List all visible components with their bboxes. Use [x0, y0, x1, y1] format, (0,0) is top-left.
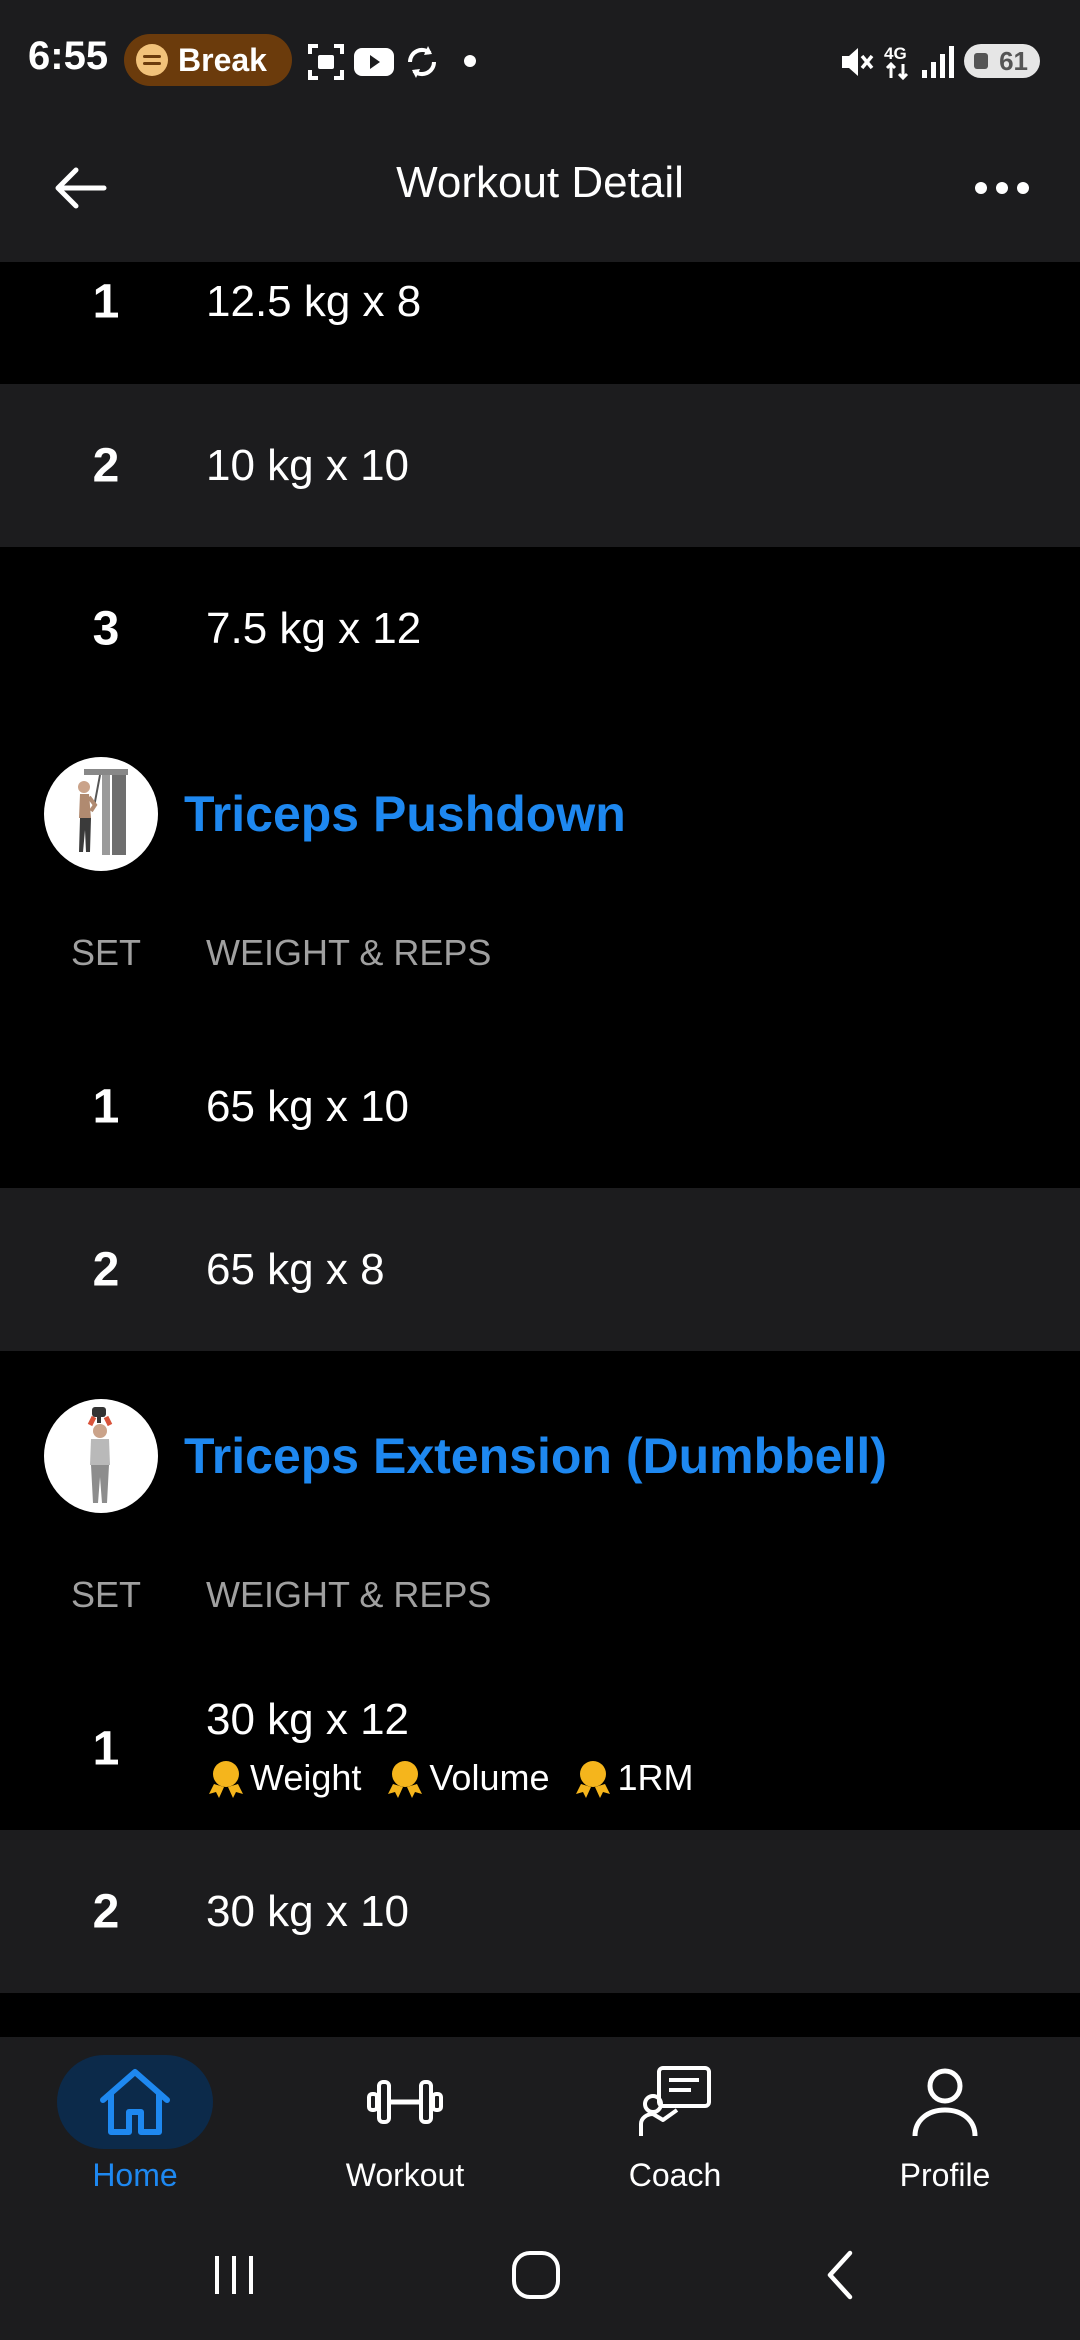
exercise-name[interactable]: Triceps Extension (Dumbbell)	[184, 1427, 887, 1485]
personal-record-badges: Weight Volume 1RM	[206, 1757, 718, 1799]
nav-item-coach[interactable]: Coach	[575, 2055, 775, 2195]
nav-label-workout: Workout	[345, 2157, 465, 2193]
set-number: 1	[92, 275, 120, 328]
set-column-headers: SET WEIGHT & REPS	[0, 1574, 1080, 1634]
nav-label-coach: Coach	[628, 2157, 722, 2193]
status-time: 6:55	[28, 34, 109, 78]
set-row: 2 30 kg x 10	[0, 1830, 1080, 1993]
recent-apps-button[interactable]	[194, 2243, 274, 2307]
more-options-button[interactable]	[960, 152, 1044, 224]
pr-badge-label: 1RM	[617, 1757, 694, 1798]
more-horizontal-icon	[975, 182, 1029, 194]
set-number: 1	[92, 1080, 120, 1133]
screenshot-icon	[308, 44, 344, 80]
set-weight-reps: 30 kg x 12	[206, 1695, 410, 1744]
nav-label-profile: Profile	[899, 2157, 991, 2193]
coach-icon	[639, 2066, 711, 2136]
network-4g-icon: 4G	[884, 44, 909, 81]
set-number: 3	[92, 602, 120, 655]
workout-detail-content[interactable]: 1 12.5 kg x 8 2 10 kg x 10 3 7.5 kg x 12…	[0, 262, 1080, 2037]
set-row: 3 7.5 kg x 12	[0, 547, 1080, 710]
sync-icon	[407, 46, 437, 78]
set-column-headers: SET WEIGHT & REPS	[0, 932, 1080, 992]
battery-indicator: 61	[964, 44, 1040, 78]
app-header: Workout Detail	[0, 120, 1080, 262]
notification-dot-icon	[464, 55, 476, 67]
nav-profile-icon-wrap	[867, 2055, 1023, 2149]
weight-reps-column-label: WEIGHT & REPS	[206, 932, 492, 973]
set-weight-reps: 12.5 kg x 8	[206, 276, 422, 326]
medal-icon	[209, 1761, 243, 1798]
pr-badge-label: Weight	[250, 1757, 362, 1798]
exercise-header[interactable]: Triceps Extension (Dumbbell)	[0, 1391, 1080, 1521]
set-weight-reps: 10 kg x 10	[206, 440, 410, 490]
weight-reps-column-label: WEIGHT & REPS	[206, 1574, 492, 1615]
nav-item-workout[interactable]: Workout	[305, 2055, 505, 2195]
set-row: 2 10 kg x 10	[0, 384, 1080, 547]
nav-coach-icon-wrap	[597, 2055, 753, 2149]
recent-apps-icon	[215, 2256, 253, 2294]
spotify-icon	[136, 44, 168, 76]
profile-icon	[912, 2068, 978, 2137]
dumbbell-icon	[367, 2080, 443, 2124]
system-navigation-bar	[0, 2207, 1080, 2340]
medal-icon	[576, 1761, 611, 1798]
set-column-label: SET	[70, 1574, 141, 1615]
medal-icon	[388, 1761, 423, 1798]
set-weight-reps: 7.5 kg x 12	[206, 603, 422, 653]
set-number: 2	[92, 439, 120, 492]
pr-badge: Weight	[206, 1757, 361, 1799]
bottom-navigation: Home Workout Coach Profile	[0, 2037, 1080, 2207]
exercise-thumbnail[interactable]	[44, 1399, 158, 1513]
set-row: 1 12.5 kg x 8	[0, 262, 1080, 383]
home-icon	[100, 2069, 170, 2135]
media-pill[interactable]: Break	[124, 34, 292, 86]
set-number: 2	[92, 1885, 120, 1938]
signal-icon	[922, 46, 954, 78]
exercise-name[interactable]: Triceps Pushdown	[184, 785, 626, 843]
pr-badge: 1RM	[573, 1757, 694, 1799]
cable-pushdown-illustration-icon	[78, 769, 128, 855]
svg-text:4G: 4G	[884, 44, 907, 63]
dumbbell-extension-illustration-icon	[87, 1407, 113, 1503]
nav-item-home[interactable]: Home	[35, 2055, 235, 2195]
set-column-label: SET	[70, 932, 141, 973]
home-circle-icon	[512, 2251, 560, 2299]
nav-home-highlight	[57, 2055, 213, 2149]
nav-item-profile[interactable]: Profile	[845, 2055, 1045, 2195]
set-weight-reps: 65 kg x 10	[206, 1081, 410, 1131]
media-pill-label: Break	[178, 41, 267, 78]
set-row: 2 65 kg x 8	[0, 1188, 1080, 1351]
youtube-icon	[354, 48, 394, 76]
back-system-button[interactable]	[800, 2243, 880, 2307]
status-bar: 6:55 Break 4G 61	[0, 0, 1080, 120]
home-system-button[interactable]	[496, 2243, 576, 2307]
set-number: 2	[92, 1243, 120, 1296]
set-number: 1	[92, 1722, 120, 1775]
nav-label-home: Home	[92, 2157, 178, 2193]
chevron-left-icon	[827, 2250, 853, 2300]
set-weight-reps: 65 kg x 8	[206, 1244, 385, 1294]
set-row: 1 30 kg x 12 Weight Volume 1RM	[0, 1667, 1080, 1830]
nav-workout-icon-wrap	[327, 2055, 483, 2149]
battery-level: 61	[999, 45, 1028, 76]
mute-icon	[842, 48, 874, 76]
pr-badge-label: Volume	[429, 1757, 550, 1798]
exercise-header[interactable]: Triceps Pushdown	[0, 749, 1080, 879]
set-row: 1 65 kg x 10	[0, 1025, 1080, 1188]
set-weight-reps: 30 kg x 10	[206, 1886, 410, 1936]
exercise-thumbnail[interactable]	[44, 757, 158, 871]
page-title: Workout Detail	[396, 158, 684, 207]
pr-badge: Volume	[385, 1757, 549, 1799]
